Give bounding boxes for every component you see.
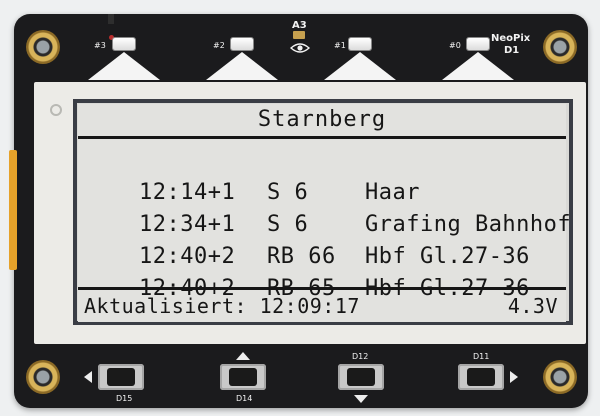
button-d14[interactable] <box>220 364 266 390</box>
neopixel-led-1 <box>349 38 371 50</box>
status-bar: Aktualisiert: 12:09:17 4.3V <box>84 292 558 320</box>
arrow-down-icon <box>354 395 368 403</box>
button-label-d15: D15 <box>116 394 133 403</box>
footer-divider <box>78 287 566 290</box>
neopixel-led-3 <box>113 38 135 50</box>
led-diffuser-1 <box>324 52 396 80</box>
neopixel-pin-label: D1 <box>504 45 520 56</box>
mounting-hole-bottom-right <box>543 360 577 394</box>
alignment-mark <box>50 104 62 116</box>
light-sensor <box>293 31 305 39</box>
sensor-label: A3 <box>292 20 307 31</box>
button-d11[interactable] <box>458 364 504 390</box>
station-name: Starnberg <box>257 107 387 132</box>
led-diffuser-0 <box>442 52 514 80</box>
mounting-hole-top-left <box>26 30 60 64</box>
arrow-left-icon <box>84 371 92 383</box>
neopixel-label: NeoPix <box>491 33 531 44</box>
button-d12[interactable] <box>338 364 384 390</box>
led-label-3: #3 <box>94 41 106 50</box>
mounting-hole-bottom-left <box>26 360 60 394</box>
neopixel-led-2 <box>231 38 253 50</box>
header-divider <box>78 136 566 139</box>
button-label-d12: D12 <box>352 352 369 361</box>
arrow-right-icon <box>510 371 518 383</box>
led-diffuser-2 <box>206 52 278 80</box>
mounting-hole-top-right <box>543 30 577 64</box>
led-label-2: #2 <box>213 41 225 50</box>
arrow-up-icon <box>236 352 250 360</box>
button-label-d11: D11 <box>473 352 490 361</box>
battery-voltage: 4.3V <box>507 294 558 318</box>
led-diffuser-3 <box>88 52 160 80</box>
led-label-1: #1 <box>334 41 346 50</box>
power-switch[interactable] <box>108 14 114 24</box>
last-updated-text: Aktualisiert: 12:09:17 <box>84 294 360 318</box>
button-label-d14: D14 <box>236 394 253 403</box>
epaper-display: Starnberg 12:14+1 S 6 Haar 12:34+1 S 6 Grafi… <box>78 104 571 322</box>
led-label-0: #0 <box>449 41 461 50</box>
button-d15[interactable] <box>98 364 144 390</box>
flex-ribbon-cable <box>9 150 17 270</box>
eye-icon <box>290 43 310 53</box>
neopixel-led-0 <box>467 38 489 50</box>
